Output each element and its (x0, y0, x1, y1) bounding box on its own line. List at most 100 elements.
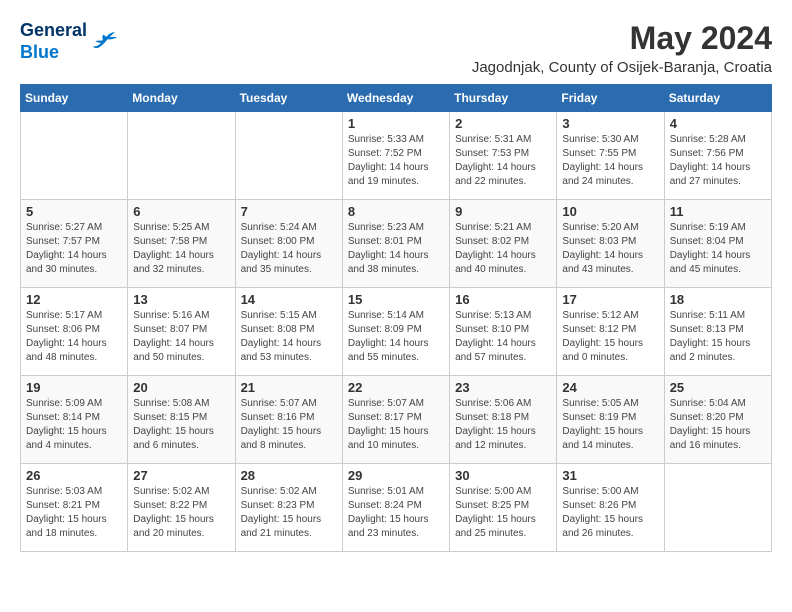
calendar-cell: 31 Sunrise: 5:00 AM Sunset: 8:26 PM Dayli… (557, 464, 664, 552)
calendar-cell: 15Sunrise: 5:14 AM Sunset: 8:09 PM Dayli… (342, 288, 449, 376)
calendar-cell: 5 Sunrise: 5:27 AM Sunset: 7:57 PM Daylig… (21, 200, 128, 288)
calendar-cell: 27Sunrise: 5:02 AM Sunset: 8:22 PM Dayli… (128, 464, 235, 552)
calendar-cell: 26 Sunrise: 5:03 AM Sunset: 8:21 PM Dayli… (21, 464, 128, 552)
day-info: Sunrise: 5:25 AM Sunset: 7:58 PM Dayligh… (133, 221, 229, 277)
calendar-cell: 24 Sunrise: 5:05 AM Sunset: 8:19 PM Dayli… (557, 376, 664, 464)
day-number: 16 (455, 292, 551, 307)
calendar-cell: 23Sunrise: 5:06 AM Sunset: 8:18 PM Dayli… (450, 376, 557, 464)
day-info: Sunrise: 5:00 AM Sunset: 8:25 PM Dayligh… (455, 485, 551, 541)
calendar-cell (21, 112, 128, 200)
weekday-header-saturday: Saturday (664, 85, 771, 112)
calendar-cell: 17 Sunrise: 5:12 AM Sunset: 8:12 PM Dayli… (557, 288, 664, 376)
day-info: Sunrise: 5:24 AM Sunset: 8:00 PM Dayligh… (241, 221, 337, 277)
calendar-cell: 25Sunrise: 5:04 AM Sunset: 8:20 PM Dayli… (664, 376, 771, 464)
page: General Blue May 2024 Jagodnjak, County … (0, 0, 792, 562)
calendar-header-row: SundayMondayTuesdayWednesdayThursdayFrid… (21, 85, 772, 112)
day-number: 19 (26, 380, 122, 395)
calendar-cell (664, 464, 771, 552)
day-number: 14 (241, 292, 337, 307)
day-number: 23 (455, 380, 551, 395)
day-number: 21 (241, 380, 337, 395)
weekday-header-monday: Monday (128, 85, 235, 112)
day-info: Sunrise: 5:07 AM Sunset: 8:16 PM Dayligh… (241, 397, 337, 453)
calendar-week-4: 19 Sunrise: 5:09 AM Sunset: 8:14 PM Dayli… (21, 376, 772, 464)
logo-text: General Blue (20, 20, 87, 63)
subtitle: Jagodnjak, County of Osijek-Baranja, Cro… (472, 59, 772, 76)
day-number: 18 (670, 292, 766, 307)
calendar-week-3: 12 Sunrise: 5:17 AM Sunset: 8:06 PM Dayli… (21, 288, 772, 376)
day-number: 17 (562, 292, 658, 307)
day-info: Sunrise: 5:23 AM Sunset: 8:01 PM Dayligh… (348, 221, 444, 277)
day-number: 4 (670, 116, 766, 131)
calendar-cell: 21 Sunrise: 5:07 AM Sunset: 8:16 PM Dayli… (235, 376, 342, 464)
calendar-cell: 28 Sunrise: 5:02 AM Sunset: 8:23 PM Dayli… (235, 464, 342, 552)
day-info: Sunrise: 5:27 AM Sunset: 7:57 PM Dayligh… (26, 221, 122, 277)
calendar-cell: 8 Sunrise: 5:23 AM Sunset: 8:01 PM Daylig… (342, 200, 449, 288)
day-number: 20 (133, 380, 229, 395)
day-number: 11 (670, 204, 766, 219)
day-number: 9 (455, 204, 551, 219)
day-info: Sunrise: 5:05 AM Sunset: 8:19 PM Dayligh… (562, 397, 658, 453)
day-info: Sunrise: 5:30 AM Sunset: 7:55 PM Dayligh… (562, 133, 658, 189)
calendar-cell: 10Sunrise: 5:20 AM Sunset: 8:03 PM Dayli… (557, 200, 664, 288)
calendar-cell: 1Sunrise: 5:33 AM Sunset: 7:52 PM Daylig… (342, 112, 449, 200)
day-info: Sunrise: 5:02 AM Sunset: 8:23 PM Dayligh… (241, 485, 337, 541)
day-info: Sunrise: 5:12 AM Sunset: 8:12 PM Dayligh… (562, 309, 658, 365)
calendar-cell: 19 Sunrise: 5:09 AM Sunset: 8:14 PM Dayli… (21, 376, 128, 464)
day-info: Sunrise: 5:02 AM Sunset: 8:22 PM Dayligh… (133, 485, 229, 541)
day-info: Sunrise: 5:31 AM Sunset: 7:53 PM Dayligh… (455, 133, 551, 189)
day-number: 13 (133, 292, 229, 307)
calendar-cell: 29 Sunrise: 5:01 AM Sunset: 8:24 PM Dayli… (342, 464, 449, 552)
day-number: 26 (26, 468, 122, 483)
title-block: May 2024 Jagodnjak, County of Osijek-Bar… (472, 20, 772, 76)
day-info: Sunrise: 5:15 AM Sunset: 8:08 PM Dayligh… (241, 309, 337, 365)
calendar: SundayMondayTuesdayWednesdayThursdayFrid… (20, 84, 772, 552)
day-number: 24 (562, 380, 658, 395)
day-number: 6 (133, 204, 229, 219)
day-number: 29 (348, 468, 444, 483)
day-info: Sunrise: 5:28 AM Sunset: 7:56 PM Dayligh… (670, 133, 766, 189)
day-info: Sunrise: 5:17 AM Sunset: 8:06 PM Dayligh… (26, 309, 122, 365)
weekday-header-thursday: Thursday (450, 85, 557, 112)
day-number: 7 (241, 204, 337, 219)
day-info: Sunrise: 5:13 AM Sunset: 8:10 PM Dayligh… (455, 309, 551, 365)
day-info: Sunrise: 5:03 AM Sunset: 8:21 PM Dayligh… (26, 485, 122, 541)
calendar-cell: 7 Sunrise: 5:24 AM Sunset: 8:00 PM Daylig… (235, 200, 342, 288)
day-number: 31 (562, 468, 658, 483)
calendar-week-1: 1Sunrise: 5:33 AM Sunset: 7:52 PM Daylig… (21, 112, 772, 200)
calendar-cell: 11Sunrise: 5:19 AM Sunset: 8:04 PM Dayli… (664, 200, 771, 288)
calendar-cell: 4 Sunrise: 5:28 AM Sunset: 7:56 PM Daylig… (664, 112, 771, 200)
day-number: 10 (562, 204, 658, 219)
day-info: Sunrise: 5:14 AM Sunset: 8:09 PM Dayligh… (348, 309, 444, 365)
calendar-cell: 30 Sunrise: 5:00 AM Sunset: 8:25 PM Dayli… (450, 464, 557, 552)
day-info: Sunrise: 5:11 AM Sunset: 8:13 PM Dayligh… (670, 309, 766, 365)
day-info: Sunrise: 5:16 AM Sunset: 8:07 PM Dayligh… (133, 309, 229, 365)
day-number: 22 (348, 380, 444, 395)
day-number: 2 (455, 116, 551, 131)
calendar-cell (128, 112, 235, 200)
calendar-cell: 3Sunrise: 5:30 AM Sunset: 7:55 PM Daylig… (557, 112, 664, 200)
day-number: 28 (241, 468, 337, 483)
day-number: 8 (348, 204, 444, 219)
day-info: Sunrise: 5:00 AM Sunset: 8:26 PM Dayligh… (562, 485, 658, 541)
day-number: 30 (455, 468, 551, 483)
day-info: Sunrise: 5:21 AM Sunset: 8:02 PM Dayligh… (455, 221, 551, 277)
logo-bird-icon (89, 28, 117, 56)
calendar-cell: 18 Sunrise: 5:11 AM Sunset: 8:13 PM Dayli… (664, 288, 771, 376)
calendar-week-5: 26 Sunrise: 5:03 AM Sunset: 8:21 PM Dayli… (21, 464, 772, 552)
calendar-week-2: 5 Sunrise: 5:27 AM Sunset: 7:57 PM Daylig… (21, 200, 772, 288)
day-number: 5 (26, 204, 122, 219)
weekday-header-sunday: Sunday (21, 85, 128, 112)
weekday-header-wednesday: Wednesday (342, 85, 449, 112)
weekday-header-tuesday: Tuesday (235, 85, 342, 112)
day-info: Sunrise: 5:07 AM Sunset: 8:17 PM Dayligh… (348, 397, 444, 453)
logo: General Blue (20, 20, 117, 63)
day-info: Sunrise: 5:08 AM Sunset: 8:15 PM Dayligh… (133, 397, 229, 453)
calendar-cell: 9 Sunrise: 5:21 AM Sunset: 8:02 PM Daylig… (450, 200, 557, 288)
day-info: Sunrise: 5:09 AM Sunset: 8:14 PM Dayligh… (26, 397, 122, 453)
day-number: 12 (26, 292, 122, 307)
calendar-cell: 13 Sunrise: 5:16 AM Sunset: 8:07 PM Dayli… (128, 288, 235, 376)
main-title: May 2024 (472, 20, 772, 57)
day-info: Sunrise: 5:01 AM Sunset: 8:24 PM Dayligh… (348, 485, 444, 541)
calendar-cell: 20 Sunrise: 5:08 AM Sunset: 8:15 PM Dayli… (128, 376, 235, 464)
